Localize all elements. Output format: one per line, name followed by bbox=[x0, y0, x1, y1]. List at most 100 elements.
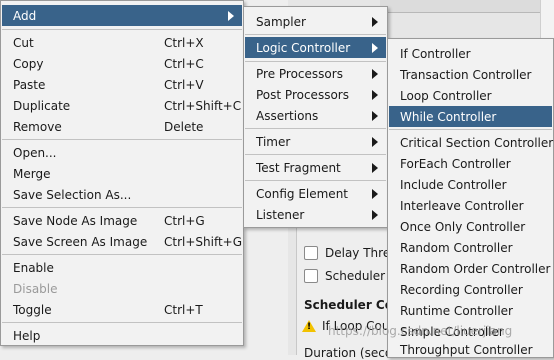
menu-item-label: Remove bbox=[13, 119, 62, 134]
menu-item-shortcut: Ctrl+Shift+G bbox=[164, 234, 243, 249]
menu-item-label: If Controller bbox=[400, 46, 471, 61]
submenu-item-assertions[interactable]: Assertions bbox=[245, 105, 386, 126]
logic-item-interleave-controller[interactable]: Interleave Controller bbox=[389, 195, 552, 216]
menu-item-label: Loop Controller bbox=[400, 88, 492, 103]
menu-separator bbox=[245, 154, 386, 155]
logic-item-random-order-controller[interactable]: Random Order Controller bbox=[389, 258, 552, 279]
menu-item-cut[interactable]: Cut Ctrl+X bbox=[2, 32, 242, 53]
menu-item-save-screen-as-image[interactable]: Save Screen As Image Ctrl+Shift+G bbox=[2, 231, 242, 252]
submenu-item-listener[interactable]: Listener bbox=[245, 204, 386, 225]
menu-item-label: Save Selection As... bbox=[13, 187, 132, 202]
menu-item-label: Cut bbox=[13, 35, 34, 50]
menu-item-label: Add bbox=[13, 8, 37, 23]
scheduler-option[interactable]: Scheduler bbox=[304, 269, 385, 283]
menu-item-add[interactable]: Add bbox=[2, 5, 242, 26]
logic-item-recording-controller[interactable]: Recording Controller bbox=[389, 279, 552, 300]
menu-item-shortcut: Ctrl+X bbox=[164, 35, 204, 50]
menu-separator bbox=[2, 207, 242, 208]
menu-item-shortcut: Ctrl+V bbox=[164, 77, 204, 92]
menu-separator bbox=[245, 128, 386, 129]
submenu-arrow-icon bbox=[372, 163, 378, 173]
background-toolbar bbox=[380, 0, 554, 13]
logic-controller-submenu: If Controller Transaction Controller Loo… bbox=[387, 38, 554, 358]
menu-item-label: Random Controller bbox=[400, 240, 513, 255]
menu-item-toggle[interactable]: Toggle Ctrl+T bbox=[2, 299, 242, 320]
menu-item-merge[interactable]: Merge bbox=[2, 163, 242, 184]
menu-item-save-selection-as[interactable]: Save Selection As... bbox=[2, 184, 242, 205]
menu-item-enable[interactable]: Enable bbox=[2, 257, 242, 278]
menu-item-label: Pre Processors bbox=[256, 66, 343, 81]
submenu-item-post-processors[interactable]: Post Processors bbox=[245, 84, 386, 105]
submenu-item-config-element[interactable]: Config Element bbox=[245, 183, 386, 204]
menu-item-label: Post Processors bbox=[256, 87, 349, 102]
submenu-arrow-icon bbox=[372, 90, 378, 100]
delay-thread-checkbox[interactable] bbox=[304, 246, 318, 260]
menu-item-label: Sampler bbox=[256, 14, 306, 29]
menu-separator bbox=[2, 254, 242, 255]
menu-item-label: Critical Section Controller bbox=[400, 135, 554, 150]
submenu-item-logic-controller[interactable]: Logic Controller bbox=[245, 37, 386, 58]
menu-item-label: Logic Controller bbox=[256, 40, 351, 55]
menu-item-shortcut: Delete bbox=[164, 119, 204, 134]
logic-item-loop-controller[interactable]: Loop Controller bbox=[389, 85, 552, 106]
logic-item-runtime-controller[interactable]: Runtime Controller bbox=[389, 300, 552, 321]
menu-item-label: Save Node As Image bbox=[13, 213, 138, 228]
menu-item-label: Runtime Controller bbox=[400, 303, 513, 318]
menu-item-shortcut: Ctrl+C bbox=[164, 56, 204, 71]
menu-item-label: Copy bbox=[13, 56, 44, 71]
menu-item-save-node-as-image[interactable]: Save Node As Image Ctrl+G bbox=[2, 210, 242, 231]
warning-icon: ! bbox=[302, 320, 316, 332]
add-submenu: Sampler Logic Controller Pre Processors … bbox=[243, 6, 388, 228]
menu-item-copy[interactable]: Copy Ctrl+C bbox=[2, 53, 242, 74]
logic-item-random-controller[interactable]: Random Controller bbox=[389, 237, 552, 258]
menu-separator bbox=[245, 61, 386, 62]
menu-separator bbox=[245, 34, 386, 35]
logic-item-while-controller[interactable]: While Controller bbox=[389, 106, 552, 127]
scheduler-checkbox[interactable] bbox=[304, 269, 318, 283]
menu-item-remove[interactable]: Remove Delete bbox=[2, 116, 242, 137]
menu-item-label: Config Element bbox=[256, 186, 348, 201]
menu-item-label: Save Screen As Image bbox=[13, 234, 148, 249]
menu-item-label: Random Order Controller bbox=[400, 261, 551, 276]
menu-separator bbox=[245, 180, 386, 181]
menu-item-label: Paste bbox=[13, 77, 46, 92]
menu-item-label: Listener bbox=[256, 207, 305, 222]
menu-item-label: Test Fragment bbox=[256, 160, 341, 175]
watermark-text: https://blog.csdn.net/liuerjiang bbox=[328, 324, 513, 338]
submenu-arrow-icon bbox=[372, 189, 378, 199]
menu-item-label: Assertions bbox=[256, 108, 319, 123]
menu-item-help[interactable]: Help bbox=[2, 325, 242, 346]
menu-item-label: Enable bbox=[13, 260, 54, 275]
submenu-arrow-icon bbox=[372, 210, 378, 220]
delay-thread-option[interactable]: Delay Threa bbox=[304, 246, 398, 260]
submenu-item-pre-processors[interactable]: Pre Processors bbox=[245, 63, 386, 84]
menu-item-open[interactable]: Open... bbox=[2, 142, 242, 163]
logic-item-include-controller[interactable]: Include Controller bbox=[389, 174, 552, 195]
logic-item-foreach-controller[interactable]: ForEach Controller bbox=[389, 153, 552, 174]
menu-item-label: Once Only Controller bbox=[400, 219, 526, 234]
menu-item-label: Recording Controller bbox=[400, 282, 523, 297]
menu-item-shortcut: Ctrl+G bbox=[164, 213, 205, 228]
submenu-item-test-fragment[interactable]: Test Fragment bbox=[245, 157, 386, 178]
logic-item-once-only-controller[interactable]: Once Only Controller bbox=[389, 216, 552, 237]
logic-item-critical-section-controller[interactable]: Critical Section Controller bbox=[389, 132, 554, 153]
menu-item-label: Help bbox=[13, 328, 41, 343]
menu-item-label: Toggle bbox=[13, 302, 52, 317]
menu-separator bbox=[2, 322, 242, 323]
logic-item-throughput-controller[interactable]: Throughput Controller bbox=[389, 339, 552, 360]
menu-item-shortcut: Ctrl+T bbox=[164, 302, 203, 317]
menu-item-label: While Controller bbox=[400, 109, 497, 124]
menu-item-label: Throughput Controller bbox=[400, 342, 533, 357]
logic-item-if-controller[interactable]: If Controller bbox=[389, 43, 552, 64]
scheduler-label: Scheduler bbox=[325, 269, 386, 283]
menu-item-label: Transaction Controller bbox=[400, 67, 532, 82]
logic-item-transaction-controller[interactable]: Transaction Controller bbox=[389, 64, 552, 85]
submenu-item-sampler[interactable]: Sampler bbox=[245, 11, 386, 32]
menu-item-label: Timer bbox=[256, 134, 291, 149]
submenu-item-timer[interactable]: Timer bbox=[245, 131, 386, 152]
submenu-arrow-icon bbox=[372, 111, 378, 121]
submenu-arrow-icon bbox=[228, 11, 234, 21]
menu-item-paste[interactable]: Paste Ctrl+V bbox=[2, 74, 242, 95]
menu-item-duplicate[interactable]: Duplicate Ctrl+Shift+C bbox=[2, 95, 242, 116]
menu-item-shortcut: Ctrl+Shift+C bbox=[164, 98, 242, 113]
